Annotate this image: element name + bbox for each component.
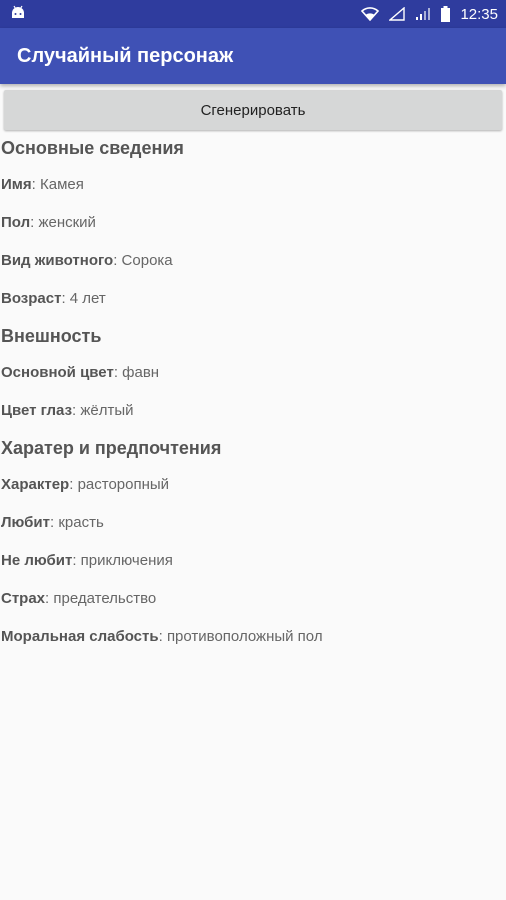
row-value: приключения <box>80 552 173 569</box>
info-row-dislikes: Не любит: приключения <box>1 552 173 569</box>
battery-icon <box>441 6 451 22</box>
row-value: предательство <box>53 590 157 607</box>
info-row-name: Имя: Камея <box>1 176 84 193</box>
row-value: фавн <box>122 364 160 381</box>
app-title: Случайный персонаж <box>17 44 234 67</box>
main-content: Сгенерировать Основные сведения Имя: Кам… <box>0 84 506 656</box>
row-value: красть <box>58 514 104 531</box>
section-title: Внешность <box>1 326 102 346</box>
info-row-gender: Пол: женский <box>1 214 96 231</box>
info-row-likes: Любит: красть <box>1 514 104 531</box>
row-key: Не любит <box>1 552 73 569</box>
generate-button[interactable]: Сгенерировать <box>4 90 502 130</box>
section-character: Харатер и предпочтения Характер: расторо… <box>0 430 506 656</box>
section-basic-info: Основные сведения Имя: Камея Пол: женски… <box>0 130 506 318</box>
row-value: 4 лет <box>69 290 106 307</box>
info-row-species: Вид животного: Сорока <box>1 252 173 269</box>
row-key: Моральная слабость <box>1 628 159 645</box>
row-key: Возраст <box>1 290 62 307</box>
info-row-moral-weakness: Моральная слабость: противоположный пол <box>1 628 323 645</box>
info-row-character: Характер: расторопный <box>1 476 170 493</box>
info-row-fear: Страх: предательство <box>1 590 157 607</box>
row-key: Основной цвет <box>1 364 114 381</box>
signal-bars-icon <box>415 7 431 21</box>
row-key: Вид животного <box>1 252 114 269</box>
row-key: Пол <box>1 214 31 231</box>
info-row-eye-color: Цвет глаз: жёлтый <box>1 402 134 419</box>
row-value: Сорока <box>121 252 173 269</box>
info-row-main-color: Основной цвет: фавн <box>1 364 160 381</box>
row-key: Любит <box>1 514 50 531</box>
row-value: расторопный <box>77 476 170 493</box>
row-value: жёлтый <box>80 402 134 419</box>
wifi-icon <box>361 7 380 21</box>
row-key: Характер <box>1 476 70 493</box>
row-key: Страх <box>1 590 46 607</box>
signal-icon <box>389 7 406 21</box>
status-bar: 12:35 <box>0 0 506 28</box>
row-key: Цвет глаз <box>1 402 73 419</box>
row-value: противоположный пол <box>166 628 323 645</box>
info-row-age: Возраст: 4 лет <box>1 290 106 307</box>
section-title: Основные сведения <box>1 138 184 158</box>
row-value: женский <box>38 214 96 231</box>
status-time: 12:35 <box>460 5 498 23</box>
row-value: Камея <box>39 176 84 193</box>
row-key: Имя <box>1 176 32 193</box>
section-appearance: Внешность Основной цвет: фавн Цвет глаз:… <box>0 318 506 430</box>
app-bar: Случайный персонаж <box>0 28 506 84</box>
android-icon <box>10 5 26 23</box>
section-title: Харатер и предпочтения <box>1 438 222 458</box>
